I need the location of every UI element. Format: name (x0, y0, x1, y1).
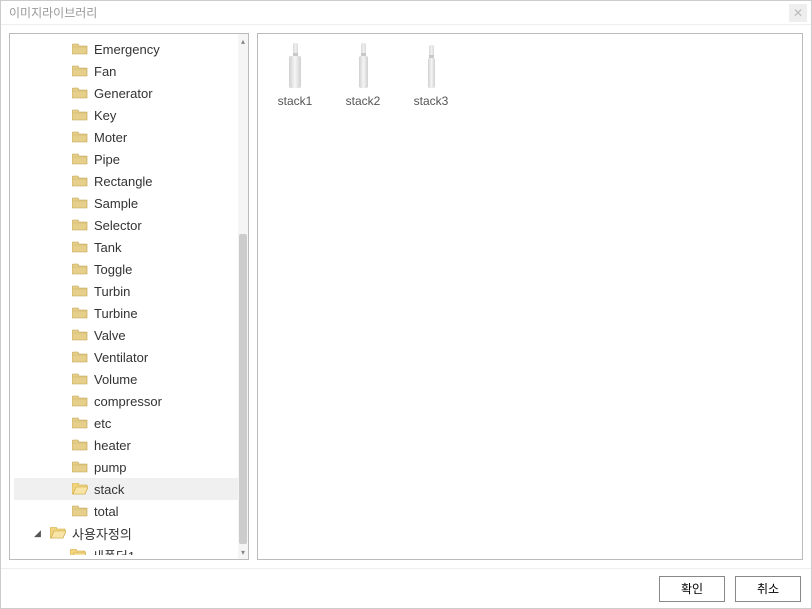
tree-item-stack[interactable]: stack (14, 478, 238, 500)
tree-item-label: 새폴더1 (92, 546, 135, 556)
tree-item-label: Emergency (94, 42, 160, 57)
folder-icon (72, 307, 88, 319)
tree-item-selector[interactable]: Selector (14, 214, 238, 236)
folder-icon (72, 351, 88, 363)
folder-icon (72, 65, 88, 77)
tree-item-valve[interactable]: Valve (14, 324, 238, 346)
tree-item-label: total (94, 504, 119, 519)
folder-icon (72, 87, 88, 99)
tree-item-tank[interactable]: Tank (14, 236, 238, 258)
tree-item-label: Sample (94, 196, 138, 211)
tree-item-label: 사용자정의 (72, 524, 132, 543)
file-label: stack1 (278, 94, 313, 108)
tree-item-etc[interactable]: etc (14, 412, 238, 434)
tree-item-moter[interactable]: Moter (14, 126, 238, 148)
folder-icon (72, 285, 88, 297)
folder-icon (72, 505, 88, 517)
tree-item-volume[interactable]: Volume (14, 368, 238, 390)
folder-open-icon (50, 527, 66, 539)
window-title: 이미지라이브러리 (9, 4, 97, 21)
file-panel: stack1 stack2 stack3 (257, 33, 803, 560)
tree-item-turbine[interactable]: Turbine (14, 302, 238, 324)
stack-icon (347, 46, 379, 88)
tree-item-turbin[interactable]: Turbin (14, 280, 238, 302)
titlebar: 이미지라이브러리 ✕ (1, 1, 811, 25)
folder-icon (72, 483, 88, 495)
folder-icon (72, 131, 88, 143)
tree-item-label: Key (94, 108, 116, 123)
tree-item-heater[interactable]: heater (14, 434, 238, 456)
file-item-stack3[interactable]: stack3 (406, 46, 456, 108)
folder-icon (72, 263, 88, 275)
tree-item-label: Toggle (94, 262, 132, 277)
tree-item-generator[interactable]: Generator (14, 82, 238, 104)
tree-item-label: compressor (94, 394, 162, 409)
tree-item-label: Volume (94, 372, 137, 387)
tree-item-emergency[interactable]: Emergency (14, 38, 238, 60)
close-icon: ✕ (793, 6, 803, 20)
folder-icon (72, 417, 88, 429)
tree-item-custom-root[interactable]: ◢ 사용자정의 (14, 522, 238, 544)
tree-item-label: Rectangle (94, 174, 153, 189)
file-item-stack2[interactable]: stack2 (338, 46, 388, 108)
folder-icon (72, 439, 88, 451)
folder-open-icon (70, 549, 86, 555)
file-label: stack2 (346, 94, 381, 108)
folder-icon (72, 329, 88, 341)
scrollbar-down-icon[interactable]: ▾ (238, 545, 248, 559)
tree-item-fan[interactable]: Fan (14, 60, 238, 82)
tree-item-label: Generator (94, 86, 153, 101)
tree-item-rectangle[interactable]: Rectangle (14, 170, 238, 192)
folder-icon (72, 461, 88, 473)
close-button[interactable]: ✕ (789, 4, 807, 22)
tree-item-label: Ventilator (94, 350, 148, 365)
stack-icon (279, 46, 311, 88)
folder-icon (72, 241, 88, 253)
tree-item-label: stack (94, 482, 124, 497)
tree-item-key[interactable]: Key (14, 104, 238, 126)
tree-item-label: etc (94, 416, 111, 431)
tree-item-pump[interactable]: pump (14, 456, 238, 478)
tree-item-pipe[interactable]: Pipe (14, 148, 238, 170)
tree-item-label: Valve (94, 328, 126, 343)
folder-icon (72, 219, 88, 231)
scrollbar-track[interactable]: ▴ ▾ (238, 34, 248, 559)
folder-icon (72, 109, 88, 121)
folder-icon (72, 373, 88, 385)
tree-item-label: Fan (94, 64, 116, 79)
expand-icon[interactable]: ◢ (34, 528, 44, 539)
folder-icon (72, 153, 88, 165)
file-label: stack3 (414, 94, 449, 108)
content-area: Emergency Fan Generator Key Moter Pipe Rectang… (1, 25, 811, 568)
cancel-button[interactable]: 취소 (735, 576, 801, 602)
tree-item-label: Tank (94, 240, 121, 255)
folder-icon (72, 395, 88, 407)
tree-item-label: Selector (94, 218, 142, 233)
tree-item-ventilator[interactable]: Ventilator (14, 346, 238, 368)
tree-scroll[interactable]: Emergency Fan Generator Key Moter Pipe Rectang… (14, 38, 238, 555)
tree-item-label: Moter (94, 130, 127, 145)
folder-icon (72, 175, 88, 187)
tree-item-label: Pipe (94, 152, 120, 167)
folder-icon (72, 43, 88, 55)
tree-item-custom-child[interactable]: 새폴더1 (14, 544, 238, 555)
tree-item-label: heater (94, 438, 131, 453)
tree-panel: Emergency Fan Generator Key Moter Pipe Rectang… (9, 33, 249, 560)
footer: 확인 취소 (1, 568, 811, 608)
folder-icon (72, 197, 88, 209)
ok-button[interactable]: 확인 (659, 576, 725, 602)
file-item-stack1[interactable]: stack1 (270, 46, 320, 108)
tree-item-toggle[interactable]: Toggle (14, 258, 238, 280)
scrollbar-up-icon[interactable]: ▴ (238, 34, 248, 48)
tree-item-total[interactable]: total (14, 500, 238, 522)
scrollbar-thumb[interactable] (239, 234, 247, 544)
tree-item-label: Turbin (94, 284, 130, 299)
tree-item-sample[interactable]: Sample (14, 192, 238, 214)
tree-item-label: pump (94, 460, 127, 475)
tree-item-compressor[interactable]: compressor (14, 390, 238, 412)
dialog-window: 이미지라이브러리 ✕ Emergency Fan Generator Key Moter… (0, 0, 812, 609)
stack-icon (415, 46, 447, 88)
tree-item-label: Turbine (94, 306, 138, 321)
